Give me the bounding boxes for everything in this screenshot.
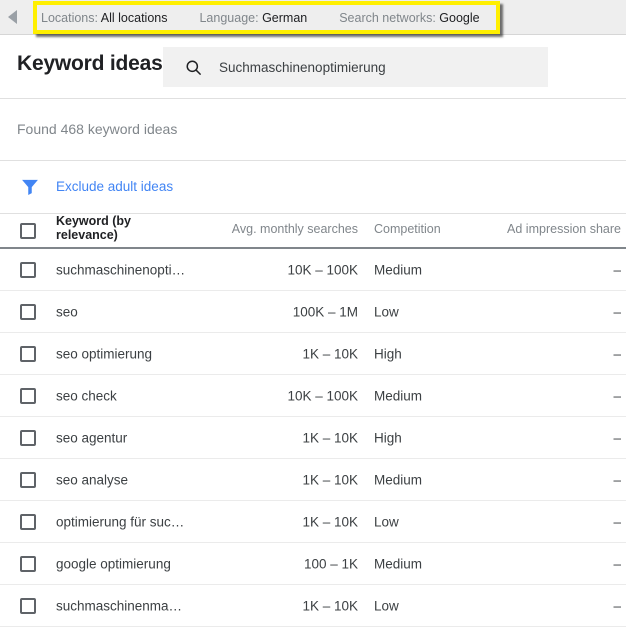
results-count-text: Found 468 keyword ideas xyxy=(17,121,177,137)
column-header-competition[interactable]: Competition xyxy=(374,222,441,236)
cell-competition: Medium xyxy=(374,388,422,403)
cell-ad-impression-share: – xyxy=(613,556,621,571)
filter-chips: Locations: All locations Language: Germa… xyxy=(41,5,500,30)
select-all-checkbox[interactable] xyxy=(20,223,36,239)
results-count-bar: Found 468 keyword ideas xyxy=(0,99,626,161)
search-input-value: Suchmaschinenoptimierung xyxy=(219,60,386,75)
filter-bar: Exclude adult ideas xyxy=(0,161,626,214)
cell-avg-monthly-searches: 1K – 10K xyxy=(200,430,358,445)
table-row[interactable]: optimierung für suc… 1K – 10K Low – xyxy=(0,501,626,543)
cell-ad-impression-share: – xyxy=(613,472,621,487)
table-row[interactable]: suchmaschinenopti… 10K – 100K Medium – xyxy=(0,249,626,291)
filter-topbar: Locations: All locations Language: Germa… xyxy=(0,0,626,35)
row-checkbox[interactable] xyxy=(20,556,36,572)
row-checkbox[interactable] xyxy=(20,430,36,446)
keyword-ideas-table: Keyword (by relevance) Avg. monthly sear… xyxy=(0,214,626,627)
cell-ad-impression-share: – xyxy=(613,598,621,613)
cell-avg-monthly-searches: 1K – 10K xyxy=(200,598,358,613)
cell-competition: Low xyxy=(374,598,399,613)
table-row[interactable]: seo check 10K – 100K Medium – xyxy=(0,375,626,417)
cell-ad-impression-share: – xyxy=(613,514,621,529)
cell-avg-monthly-searches: 1K – 10K xyxy=(200,472,358,487)
cell-competition: Medium xyxy=(374,556,422,571)
back-arrow-icon[interactable] xyxy=(8,10,17,24)
chip-search-networks-key: Search networks: xyxy=(339,11,436,25)
cell-keyword: seo analyse xyxy=(56,472,128,487)
search-icon xyxy=(184,58,203,77)
chip-language[interactable]: Language: German xyxy=(199,11,307,25)
cell-ad-impression-share: – xyxy=(613,262,621,277)
cell-avg-monthly-searches: 1K – 10K xyxy=(200,346,358,361)
cell-competition: Low xyxy=(374,514,399,529)
column-header-ad-impression-share[interactable]: Ad impression share xyxy=(507,222,621,236)
row-checkbox[interactable] xyxy=(20,472,36,488)
page-title: Keyword ideas xyxy=(17,52,163,76)
cell-competition: High xyxy=(374,346,402,361)
cell-keyword: google optimierung xyxy=(56,556,171,571)
cell-avg-monthly-searches: 100K – 1M xyxy=(200,304,358,319)
table-row[interactable]: seo optimierung 1K – 10K High – xyxy=(0,333,626,375)
column-header-avg-monthly-searches[interactable]: Avg. monthly searches xyxy=(200,222,358,236)
cell-keyword: optimierung für suc… xyxy=(56,514,184,529)
chip-search-networks-value: Google xyxy=(439,11,479,25)
row-checkbox[interactable] xyxy=(20,304,36,320)
chip-language-key: Language: xyxy=(199,11,258,25)
cell-competition: Medium xyxy=(374,262,422,277)
cell-keyword: suchmaschinenopti… xyxy=(56,262,185,277)
cell-avg-monthly-searches: 100 – 1K xyxy=(200,556,358,571)
filter-funnel-icon[interactable] xyxy=(19,177,41,197)
row-checkbox[interactable] xyxy=(20,514,36,530)
cell-ad-impression-share: – xyxy=(613,430,621,445)
chip-locations-key: Locations: xyxy=(41,11,98,25)
exclude-adult-ideas-link[interactable]: Exclude adult ideas xyxy=(56,179,173,194)
cell-competition: Medium xyxy=(374,472,422,487)
table-row[interactable]: seo agentur 1K – 10K High – xyxy=(0,417,626,459)
row-checkbox[interactable] xyxy=(20,346,36,362)
table-row[interactable]: suchmaschinenma… 1K – 10K Low – xyxy=(0,585,626,627)
column-header-keyword[interactable]: Keyword (by relevance) xyxy=(56,214,176,242)
page-header: Keyword ideas Suchmaschinenoptimierung xyxy=(0,35,626,99)
row-checkbox[interactable] xyxy=(20,598,36,614)
table-header-row: Keyword (by relevance) Avg. monthly sear… xyxy=(0,214,626,249)
chip-locations-value: All locations xyxy=(101,11,168,25)
table-row[interactable]: seo analyse 1K – 10K Medium – xyxy=(0,459,626,501)
row-checkbox[interactable] xyxy=(20,388,36,404)
cell-keyword: suchmaschinenma… xyxy=(56,598,182,613)
cell-keyword: seo xyxy=(56,304,78,319)
table-row[interactable]: seo 100K – 1M Low – xyxy=(0,291,626,333)
cell-ad-impression-share: – xyxy=(613,388,621,403)
cell-keyword: seo agentur xyxy=(56,430,127,445)
cell-avg-monthly-searches: 10K – 100K xyxy=(200,262,358,277)
search-input[interactable]: Suchmaschinenoptimierung xyxy=(163,47,548,87)
cell-ad-impression-share: – xyxy=(613,346,621,361)
chip-locations[interactable]: Locations: All locations xyxy=(41,11,167,25)
cell-competition: High xyxy=(374,430,402,445)
cell-competition: Low xyxy=(374,304,399,319)
cell-keyword: seo optimierung xyxy=(56,346,152,361)
cell-keyword: seo check xyxy=(56,388,117,403)
chip-language-value: German xyxy=(262,11,307,25)
chip-search-networks[interactable]: Search networks: Google xyxy=(339,11,479,25)
filter-chips-highlight: Locations: All locations Language: Germa… xyxy=(33,1,500,34)
cell-avg-monthly-searches: 10K – 100K xyxy=(200,388,358,403)
cell-avg-monthly-searches: 1K – 10K xyxy=(200,514,358,529)
table-row[interactable]: google optimierung 100 – 1K Medium – xyxy=(0,543,626,585)
row-checkbox[interactable] xyxy=(20,262,36,278)
cell-ad-impression-share: – xyxy=(613,304,621,319)
